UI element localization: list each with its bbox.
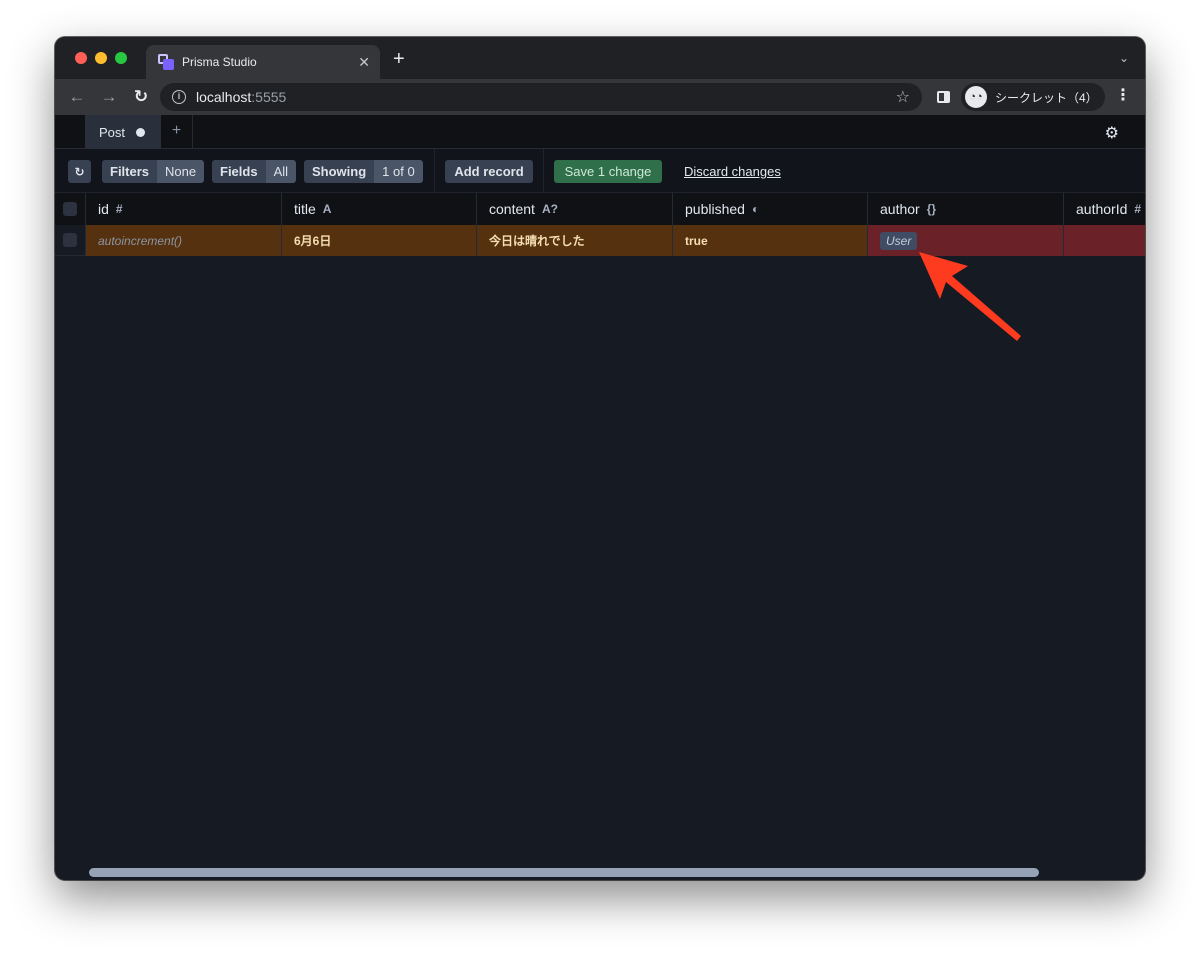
annotation-arrow-icon — [919, 252, 1021, 341]
